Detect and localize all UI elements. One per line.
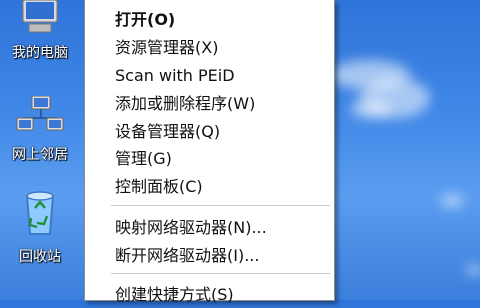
menu-item-open[interactable]: 打开(O) <box>115 7 330 33</box>
desktop-icon-my-computer[interactable]: 我的电脑 <box>0 0 80 62</box>
menu-item-disconnect-network-drive[interactable]: 断开网络驱动器(I)... <box>115 243 330 269</box>
menu-separator <box>111 273 330 274</box>
network-places-icon <box>16 95 64 131</box>
menu-item-device-manager[interactable]: 设备管理器(Q) <box>115 119 330 145</box>
context-menu: 打开(O) 资源管理器(X) Scan with PEiD 添加或删除程序(W)… <box>84 0 335 304</box>
desktop-icon-recycle-bin[interactable]: 回收站 <box>0 190 80 266</box>
recycle-bin-icon <box>25 191 55 235</box>
desktop-icon-network-places[interactable]: 网上邻居 <box>0 95 80 164</box>
menu-item-create-shortcut[interactable]: 创建快捷方式(S) <box>115 282 330 308</box>
menu-separator <box>111 205 330 206</box>
menu-item-control-panel[interactable]: 控制面板(C) <box>115 174 330 200</box>
menu-item-manage[interactable]: 管理(G) <box>115 146 330 172</box>
my-computer-icon <box>22 0 58 33</box>
menu-item-explorer[interactable]: 资源管理器(X) <box>115 35 330 61</box>
menu-item-add-remove-programs[interactable]: 添加或删除程序(W) <box>115 91 330 117</box>
desktop-icon-label: 我的电脑 <box>12 45 68 61</box>
menu-item-scan-with-peid[interactable]: Scan with PEiD <box>115 63 330 89</box>
desktop-icon-label: 网上邻居 <box>12 147 68 163</box>
menu-item-map-network-drive[interactable]: 映射网络驱动器(N)... <box>115 215 330 241</box>
desktop-icon-label: 回收站 <box>19 249 61 265</box>
